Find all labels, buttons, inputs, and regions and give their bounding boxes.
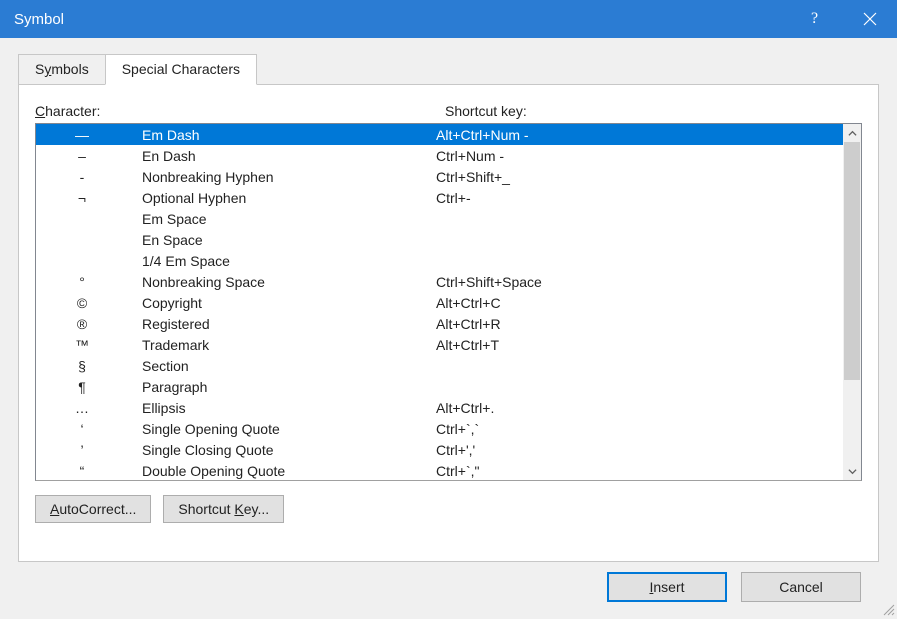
- symbol-name: Nonbreaking Hyphen: [128, 169, 436, 185]
- symbol-shortcut: Ctrl+Shift+Space: [436, 274, 843, 290]
- scrollbar-thumb[interactable]: [844, 142, 860, 380]
- titlebar-controls: ?: [787, 0, 897, 38]
- titlebar: Symbol ?: [0, 0, 897, 38]
- insert-button[interactable]: Insert: [607, 572, 727, 602]
- tab-special-characters[interactable]: Special Characters: [105, 54, 257, 85]
- symbol-shortcut: Alt+Ctrl+T: [436, 337, 843, 353]
- column-header-shortcut: Shortcut key:: [445, 103, 862, 119]
- symbol-name: En Space: [128, 232, 436, 248]
- symbol-name: Ellipsis: [128, 400, 436, 416]
- symbol-shortcut: Alt+Ctrl+Num -: [436, 127, 843, 143]
- symbol-name: Copyright: [128, 295, 436, 311]
- symbol-name: Section: [128, 358, 436, 374]
- dialog-footer: Insert Cancel: [18, 562, 879, 602]
- scrollbar-track[interactable]: [843, 142, 861, 462]
- scroll-down-button[interactable]: [843, 462, 861, 480]
- symbol-shortcut: Ctrl+`,": [436, 463, 843, 479]
- list-item[interactable]: ™TrademarkAlt+Ctrl+T: [36, 334, 843, 355]
- list-item[interactable]: °Nonbreaking SpaceCtrl+Shift+Space: [36, 271, 843, 292]
- symbol-shortcut: Ctrl+Shift+_: [436, 169, 843, 185]
- symbol-name: En Dash: [128, 148, 436, 164]
- close-button[interactable]: [842, 0, 897, 38]
- symbol-glyph: –: [36, 148, 128, 164]
- list-item[interactable]: §Section: [36, 355, 843, 376]
- list-item[interactable]: …EllipsisAlt+Ctrl+.: [36, 397, 843, 418]
- symbol-glyph: ’: [36, 442, 128, 458]
- symbol-shortcut: Alt+Ctrl+C: [436, 295, 843, 311]
- tab-strip: SymbolsSpecial Characters: [18, 54, 879, 84]
- list-item[interactable]: –En DashCtrl+Num -: [36, 145, 843, 166]
- symbol-name: Single Opening Quote: [128, 421, 436, 437]
- symbol-shortcut: Ctrl+`,`: [436, 421, 843, 437]
- tab-panel-special-characters: Character: Shortcut key: —Em DashAlt+Ctr…: [18, 84, 879, 562]
- symbol-shortcut: Ctrl+',': [436, 442, 843, 458]
- symbol-name: Single Closing Quote: [128, 442, 436, 458]
- tab-symbols[interactable]: Symbols: [18, 54, 106, 85]
- shortcut-key-button[interactable]: Shortcut Key...: [163, 495, 284, 523]
- chevron-down-icon: [848, 467, 857, 476]
- symbol-name: Em Dash: [128, 127, 436, 143]
- cancel-button[interactable]: Cancel: [741, 572, 861, 602]
- list-item[interactable]: Em Space: [36, 208, 843, 229]
- list-item[interactable]: ¶Paragraph: [36, 376, 843, 397]
- column-header-character: Character:: [35, 103, 445, 119]
- list-item[interactable]: ‘Single Opening QuoteCtrl+`,`: [36, 418, 843, 439]
- symbol-shortcut: Ctrl+Num -: [436, 148, 843, 164]
- symbol-shortcut: Alt+Ctrl+.: [436, 400, 843, 416]
- symbol-glyph: “: [36, 463, 128, 479]
- scrollbar-vertical[interactable]: [843, 124, 861, 480]
- resize-grip[interactable]: [881, 602, 895, 616]
- listbox-rows: —Em DashAlt+Ctrl+Num -–En DashCtrl+Num -…: [36, 124, 843, 480]
- symbol-glyph: …: [36, 400, 128, 416]
- symbol-glyph: —: [36, 127, 128, 143]
- list-item[interactable]: ®RegisteredAlt+Ctrl+R: [36, 313, 843, 334]
- symbol-glyph: ¶: [36, 379, 128, 395]
- symbol-name: Double Opening Quote: [128, 463, 436, 479]
- symbol-name: Optional Hyphen: [128, 190, 436, 206]
- list-item[interactable]: ’Single Closing QuoteCtrl+',': [36, 439, 843, 460]
- column-headers: Character: Shortcut key:: [35, 103, 862, 119]
- symbol-glyph: ¬: [36, 190, 128, 206]
- symbol-name: Nonbreaking Space: [128, 274, 436, 290]
- symbol-glyph: ™: [36, 337, 128, 353]
- list-item[interactable]: En Space: [36, 229, 843, 250]
- symbol-glyph: §: [36, 358, 128, 374]
- symbol-name: Paragraph: [128, 379, 436, 395]
- autocorrect-button[interactable]: AutoCorrect...: [35, 495, 151, 523]
- symbol-name: 1/4 Em Space: [128, 253, 436, 269]
- scroll-up-button[interactable]: [843, 124, 861, 142]
- symbol-glyph: ©: [36, 295, 128, 311]
- symbol-glyph: ‘: [36, 421, 128, 437]
- list-item[interactable]: ©CopyrightAlt+Ctrl+C: [36, 292, 843, 313]
- list-item[interactable]: -Nonbreaking HyphenCtrl+Shift+_: [36, 166, 843, 187]
- symbol-shortcut: Ctrl+-: [436, 190, 843, 206]
- symbol-name: Registered: [128, 316, 436, 332]
- chevron-up-icon: [848, 129, 857, 138]
- symbol-glyph: ®: [36, 316, 128, 332]
- panel-buttons: AutoCorrect... Shortcut Key...: [35, 495, 862, 523]
- dialog-title: Symbol: [14, 11, 64, 28]
- symbol-shortcut: Alt+Ctrl+R: [436, 316, 843, 332]
- list-item[interactable]: 1/4 Em Space: [36, 250, 843, 271]
- symbol-glyph: -: [36, 169, 128, 185]
- list-item[interactable]: ¬Optional HyphenCtrl+-: [36, 187, 843, 208]
- list-item[interactable]: —Em DashAlt+Ctrl+Num -: [36, 124, 843, 145]
- list-item[interactable]: “Double Opening QuoteCtrl+`,": [36, 460, 843, 480]
- close-icon: [863, 12, 877, 26]
- symbol-name: Em Space: [128, 211, 436, 227]
- special-characters-listbox[interactable]: —Em DashAlt+Ctrl+Num -–En DashCtrl+Num -…: [35, 123, 862, 481]
- help-button[interactable]: ?: [787, 0, 842, 38]
- resize-grip-icon: [881, 602, 895, 616]
- dialog-content: SymbolsSpecial Characters Character: Sho…: [0, 38, 897, 618]
- symbol-name: Trademark: [128, 337, 436, 353]
- symbol-glyph: °: [36, 274, 128, 290]
